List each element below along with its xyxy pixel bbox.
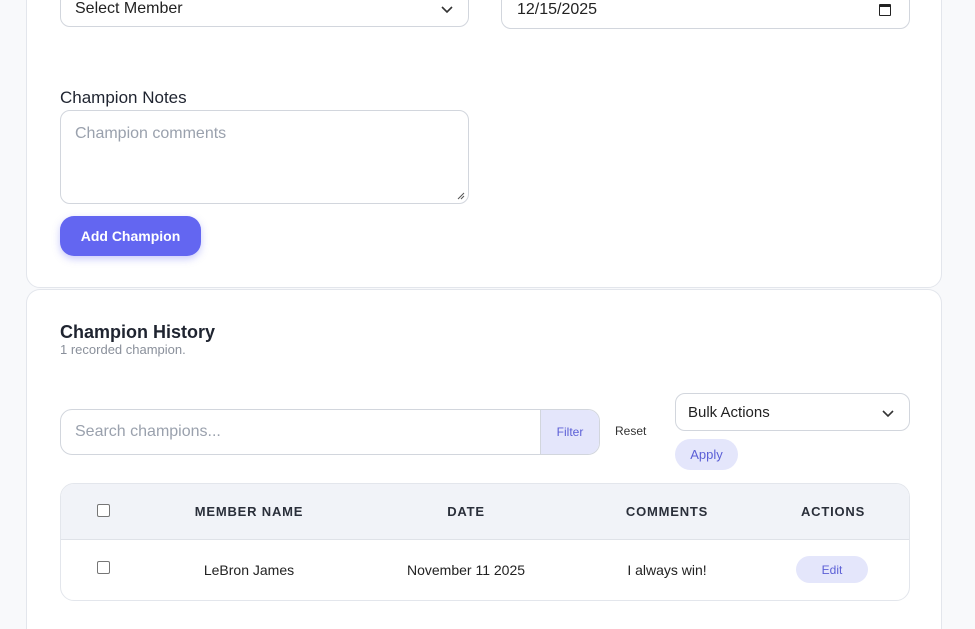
row-comments: I always win! (627, 562, 707, 578)
date-input[interactable]: 12/15/2025 (501, 0, 910, 29)
column-header-comments: COMMENTS (625, 504, 709, 519)
row-checkbox[interactable] (97, 561, 110, 574)
reset-button[interactable]: Reset (615, 424, 646, 438)
notes-label: Champion Notes (60, 88, 187, 107)
edit-button[interactable]: Edit (796, 556, 868, 583)
add-champion-card: Select Member 12/15/2025 Champion Notes … (26, 0, 942, 288)
history-title: Champion History (60, 322, 216, 342)
notes-textarea[interactable]: Champion comments (60, 110, 469, 204)
select-all-checkbox[interactable] (97, 504, 110, 517)
add-champion-button[interactable]: Add Champion (60, 216, 201, 256)
search-placeholder: Search champions... (75, 423, 221, 440)
date-value: 12/15/2025 (517, 1, 598, 18)
column-header-actions: ACTIONS (800, 504, 866, 519)
resize-grip-icon[interactable] (457, 192, 465, 200)
champion-table: MEMBER NAME DATE COMMENTS ACTIONS LeBron… (60, 483, 910, 601)
notes-placeholder: Champion comments (75, 125, 227, 142)
row-member-name: LeBron James (203, 562, 295, 578)
chevron-down-icon (441, 6, 453, 14)
bulk-actions-value: Bulk Actions (688, 403, 770, 421)
champion-history-card: Champion History 1 recorded champion. Se… (26, 289, 942, 629)
bulk-actions-select[interactable]: Bulk Actions (675, 393, 910, 431)
apply-button[interactable]: Apply (675, 439, 738, 470)
calendar-icon[interactable] (879, 4, 891, 16)
search-input[interactable]: Search champions... (61, 410, 540, 454)
history-subtitle: 1 recorded champion. (60, 342, 186, 357)
chevron-down-icon (882, 410, 894, 418)
column-header-member: MEMBER NAME (194, 504, 304, 519)
member-select-value: Select Member (75, 0, 183, 17)
table-header: MEMBER NAME DATE COMMENTS ACTIONS (61, 484, 909, 540)
filter-button[interactable]: Filter (540, 410, 599, 454)
search-group: Search champions... Filter (60, 409, 600, 455)
member-select[interactable]: Select Member (60, 0, 469, 27)
row-date: November 11 2025 (406, 562, 526, 578)
column-header-date: DATE (447, 504, 485, 519)
